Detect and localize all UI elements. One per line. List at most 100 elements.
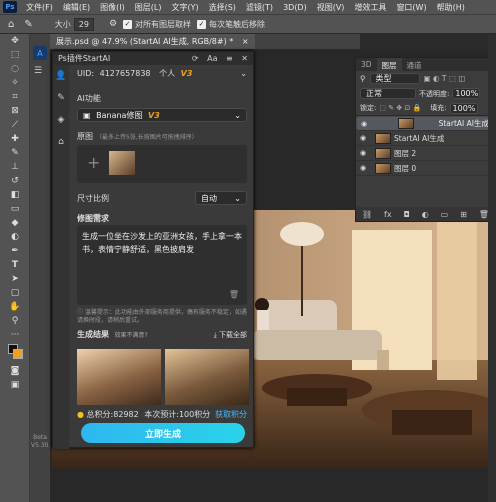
eye-icon[interactable]: ◉ [360, 149, 372, 157]
kind-filter[interactable]: 类型 [369, 73, 420, 84]
edit-icon[interactable]: ✎ [53, 87, 69, 109]
screen-mode-icon[interactable]: ▣ [0, 378, 30, 392]
trash-icon[interactable]: 🗑 [229, 288, 239, 301]
zoom-tool-icon[interactable]: ⚲ [0, 314, 30, 328]
eyedropper-tool-icon[interactable]: ⟋ [0, 118, 30, 132]
eraser-tool-icon[interactable]: ◧ [0, 188, 30, 202]
close-icon[interactable]: ✕ [241, 54, 248, 63]
eye-icon[interactable]: ◉ [361, 120, 373, 128]
type-tool-icon[interactable]: T [0, 258, 30, 272]
layer-name: StartAI AI生成 [438, 119, 489, 128]
marquee-tool-icon[interactable]: ⬚ [0, 48, 30, 62]
adjust-icon[interactable]: ◐ [422, 210, 429, 219]
refresh-icon[interactable]: ⟳ [192, 54, 199, 63]
menu-item-edit[interactable]: 编辑(E) [58, 2, 95, 13]
size-input[interactable]: 29 [73, 17, 94, 31]
blend-mode-select[interactable]: 正常 [360, 88, 416, 99]
layer-thumbnail [397, 118, 414, 129]
font-icon[interactable]: Aa [207, 54, 217, 63]
add-image-icon[interactable]: + [87, 153, 100, 172]
brush-tool-icon[interactable]: ✎ [0, 146, 30, 160]
settings-icon[interactable]: ⚙ [109, 19, 117, 29]
menu-item-select[interactable]: 选择(S) [204, 2, 241, 13]
results-unsatisfied[interactable]: 效果不满意? [115, 332, 148, 339]
eye-icon[interactable]: ◉ [360, 164, 372, 172]
sample-each-checkbox[interactable]: ✓ [197, 19, 207, 29]
quick-select-tool-icon[interactable]: ✧ [0, 76, 30, 90]
hand-tool-icon[interactable]: ✋ [0, 300, 30, 314]
prompt-textarea[interactable]: 生成一位坐在沙发上的亚洲女孩，手上拿一本书，表情宁静舒适，黑色披肩发 🗑 [77, 225, 247, 305]
stamp-tool-icon[interactable]: ⊥ [0, 160, 30, 174]
healing-tool-icon[interactable]: ✚ [0, 132, 30, 146]
rectangle-tool-icon[interactable]: ▢ [0, 286, 30, 300]
layers-icon[interactable]: ◈ [53, 109, 69, 131]
menu-item-layer[interactable]: 图层(L) [130, 2, 167, 13]
lasso-tool-icon[interactable]: ◌ [0, 62, 30, 76]
fill-input[interactable]: 100% [449, 102, 478, 114]
result-image-1[interactable] [77, 349, 161, 405]
base-image-thumbnail[interactable] [109, 151, 135, 175]
menu-item-type[interactable]: 文字(Y) [166, 2, 203, 13]
aspect-select[interactable]: 自动 ⌄ [195, 191, 247, 205]
filter-icons[interactable]: ▣ ◐ T ⬚ ◫ [424, 74, 466, 83]
sample-all-label: 对所有图层取样 [135, 19, 192, 29]
quick-mask-icon[interactable]: ◙ [0, 364, 30, 378]
pen-tool-icon[interactable]: ✒ [0, 244, 30, 258]
menu-item-filter[interactable]: 滤镜(T) [241, 2, 278, 13]
blur-tool-icon[interactable]: ◆ [0, 216, 30, 230]
layer-row[interactable]: ◉ 图层 2 [356, 146, 495, 161]
sample-all-checkbox[interactable]: ✓ [123, 19, 133, 29]
layer-row[interactable]: ◉ 图层 0 [356, 161, 495, 176]
tab-3d[interactable]: 3D [356, 58, 377, 71]
dodge-tool-icon[interactable]: ◐ [0, 230, 30, 244]
close-tab-icon[interactable]: × [242, 37, 249, 46]
menu-item-image[interactable]: 图像(I) [95, 2, 130, 13]
base-image-dropzone[interactable]: + [77, 145, 247, 183]
gradient-tool-icon[interactable]: ▭ [0, 202, 30, 216]
crop-tool-icon[interactable]: ⌗ [0, 90, 30, 104]
layer-row[interactable]: ◉ StartAI AI生成 [356, 131, 495, 146]
generate-button[interactable]: 立即生成 [81, 423, 245, 443]
mask-icon[interactable]: ◘ [404, 210, 410, 219]
menu-item-help[interactable]: 帮助(H) [432, 2, 470, 13]
user-icon[interactable]: 👤 [53, 65, 69, 87]
color-swatches[interactable] [0, 342, 30, 364]
menu-item-window[interactable]: 窗口(W) [391, 2, 431, 13]
path-select-tool-icon[interactable]: ➤ [0, 272, 30, 286]
opacity-input[interactable]: 100% [452, 88, 481, 99]
eye-icon[interactable]: ◉ [360, 134, 372, 142]
tab-layers[interactable]: 图层 [376, 58, 402, 71]
blend-row: 正常 不透明度: 100% [356, 86, 495, 101]
move-tool-icon[interactable]: ✥ [0, 34, 30, 48]
document-tabs: 展示.psd @ 47.9% (StartAI AI生成, RGB/8#) * … [50, 34, 360, 49]
history-brush-icon[interactable]: ↺ [0, 174, 30, 188]
more-icon[interactable]: ≡ [226, 54, 233, 63]
link-icon[interactable]: ⛓ [362, 210, 372, 219]
brush-tool-icon[interactable]: ✎ [24, 19, 32, 30]
model-select[interactable]: ▣ Banana修图 V3 ⌄ [77, 108, 247, 122]
chevron-down-icon[interactable]: ⌄ [240, 69, 247, 78]
get-points-link[interactable]: 获取积分 [215, 409, 247, 420]
fx-icon[interactable]: fx [384, 210, 392, 219]
more-tools-icon[interactable]: ··· [0, 328, 30, 342]
new-layer-icon[interactable]: ⊞ [460, 210, 467, 219]
menu-item-plugins[interactable]: 增效工具 [349, 2, 391, 13]
chevron-down-icon: ⌄ [234, 110, 241, 120]
menu-item-file[interactable]: 文件(F) [21, 2, 58, 13]
menu-item-3d[interactable]: 3D(D) [278, 3, 312, 12]
result-image-2[interactable] [165, 349, 249, 405]
frame-tool-icon[interactable]: ⊠ [0, 104, 30, 118]
layer-row[interactable]: ◉ StartAI AI生成 [356, 116, 495, 131]
home-icon[interactable]: ⌂ [53, 131, 69, 153]
download-all-button[interactable]: ⤓ 下载全部 [214, 330, 247, 340]
ai-function-label: AI功能 [77, 94, 101, 103]
properties-icon[interactable]: ☰ [34, 66, 46, 76]
menu-item-view[interactable]: 视图(V) [312, 2, 350, 13]
home-icon[interactable]: ⌂ [8, 19, 14, 30]
tab-channels[interactable]: 通道 [402, 58, 427, 71]
folder-icon[interactable]: ▭ [441, 210, 449, 219]
document-tab[interactable]: 展示.psd @ 47.9% (StartAI AI生成, RGB/8#) * … [50, 34, 255, 49]
startai-plugin-icon[interactable]: A [33, 46, 47, 60]
size-label: 大小 [54, 19, 71, 29]
lock-icons[interactable]: ⬚ ✎ ✥ ⊡ 🔒 [379, 104, 421, 112]
